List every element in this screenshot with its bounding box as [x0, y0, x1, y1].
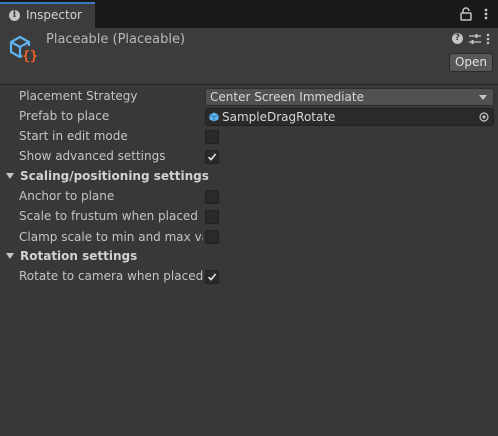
presets-icon[interactable]	[469, 33, 481, 45]
tab-bar: i Inspector	[0, 0, 498, 28]
header-divider	[0, 84, 498, 85]
script-icon: {}	[9, 35, 38, 64]
placement-strategy-dropdown[interactable]: Center Screen Immediate	[205, 88, 494, 106]
component-title: Placeable (Placeable)	[46, 32, 186, 47]
rotate-to-camera-label: Rotate to camera when placed	[19, 269, 204, 283]
foldout-arrow-icon	[6, 253, 14, 259]
rotation-foldout[interactable]: Rotation settings	[6, 249, 137, 263]
info-icon: i	[9, 10, 20, 21]
show-advanced-label: Show advanced settings	[19, 149, 166, 163]
prefab-to-place-label: Prefab to place	[19, 109, 110, 123]
scale-to-frustum-checkbox[interactable]	[205, 210, 219, 224]
clamp-scale-label: Clamp scale to min and max values	[19, 230, 203, 244]
svg-text:{}: {}	[22, 49, 38, 64]
start-in-edit-mode-label: Start in edit mode	[19, 129, 128, 143]
rotate-to-camera-checkbox[interactable]	[205, 270, 219, 284]
chevron-down-icon	[479, 95, 487, 100]
kebab-menu-icon[interactable]	[484, 7, 488, 21]
help-icon[interactable]: ?	[452, 33, 463, 44]
prefab-object-field[interactable]: SampleDragRotate	[205, 108, 494, 126]
prefab-icon	[209, 112, 219, 122]
tab-label: Inspector	[26, 8, 82, 22]
start-in-edit-mode-checkbox[interactable]	[205, 130, 219, 144]
clamp-scale-label-clip: Clamp scale to min and max values	[19, 229, 203, 247]
checkmark-icon	[207, 153, 217, 161]
tab-inspector[interactable]: i Inspector	[0, 2, 95, 28]
object-picker-icon[interactable]	[479, 112, 489, 122]
show-advanced-checkbox[interactable]	[205, 150, 219, 164]
scaling-foldout[interactable]: Scaling/positioning settings	[6, 169, 209, 183]
open-button[interactable]: Open	[449, 53, 493, 72]
foldout-arrow-icon	[6, 173, 14, 179]
lock-icon[interactable]	[460, 7, 472, 21]
anchor-to-plane-label: Anchor to plane	[19, 189, 115, 203]
prefab-value: SampleDragRotate	[222, 110, 336, 124]
placement-strategy-value: Center Screen Immediate	[210, 90, 364, 104]
scaling-foldout-title: Scaling/positioning settings	[20, 169, 209, 183]
placement-strategy-label: Placement Strategy	[19, 89, 138, 103]
rotation-foldout-title: Rotation settings	[20, 249, 138, 263]
anchor-to-plane-checkbox[interactable]	[205, 190, 219, 204]
component-menu-icon[interactable]	[486, 33, 490, 45]
clamp-scale-checkbox[interactable]	[205, 230, 219, 244]
scale-to-frustum-label: Scale to frustum when placed	[19, 209, 198, 223]
checkmark-icon	[207, 273, 217, 281]
